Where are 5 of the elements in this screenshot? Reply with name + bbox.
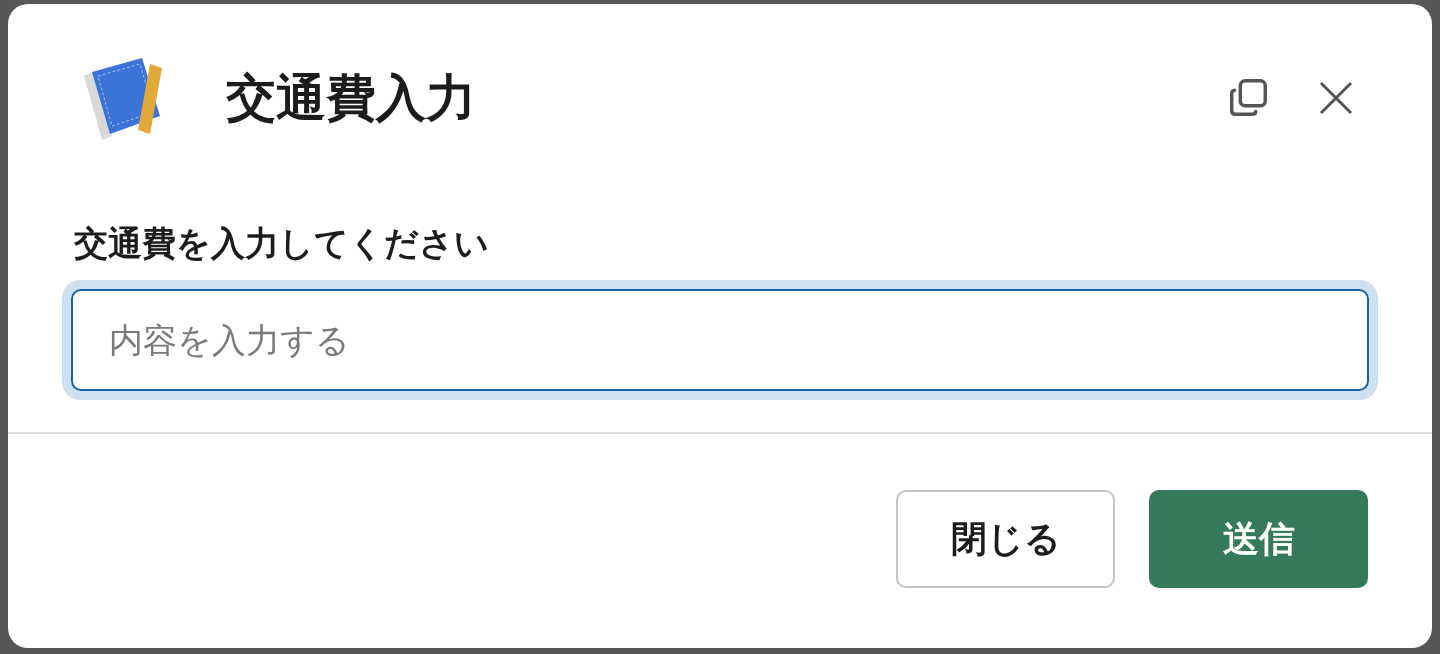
close-button[interactable]: 閉じる: [896, 490, 1115, 588]
input-field[interactable]: 内容を入力する: [71, 289, 1369, 391]
modal-title: 交通費入力: [226, 68, 476, 128]
field-label: 交通費を入力してください: [74, 226, 490, 260]
submit-button[interactable]: 送信: [1149, 490, 1368, 588]
